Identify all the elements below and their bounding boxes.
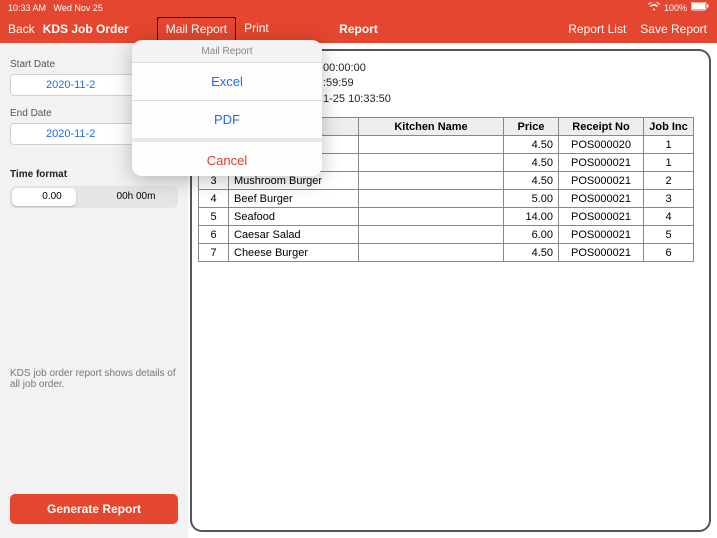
report-time-1: :59:59 bbox=[323, 76, 709, 91]
page-title: KDS Job Order bbox=[43, 22, 129, 36]
cell-jobidx: 1 bbox=[644, 136, 694, 154]
cell-kitchen bbox=[359, 136, 504, 154]
cell-kitchen bbox=[359, 190, 504, 208]
back-button[interactable]: Back bbox=[0, 22, 43, 36]
cell-receipt: POS000021 bbox=[559, 172, 644, 190]
cell-jobidx: 1 bbox=[644, 154, 694, 172]
tab-print[interactable]: Print bbox=[236, 17, 277, 41]
save-report-button[interactable]: Save Report bbox=[640, 22, 707, 36]
time-format-decimal[interactable]: 0.00 bbox=[10, 186, 94, 208]
header-center: Report bbox=[339, 22, 378, 36]
cell-kitchen bbox=[359, 154, 504, 172]
cell-receipt: POS000021 bbox=[559, 154, 644, 172]
battery-icon bbox=[691, 2, 709, 13]
top-bar: Back KDS Job Order Mail Report Print Rep… bbox=[0, 15, 717, 43]
col-jobidx: Job Inc bbox=[644, 118, 694, 136]
generate-report-button[interactable]: Generate Report bbox=[10, 494, 178, 524]
cell-price: 6.00 bbox=[504, 226, 559, 244]
time-format-segment[interactable]: 0.00 00h 00m bbox=[10, 186, 178, 208]
cell-name: Beef Burger bbox=[229, 190, 359, 208]
cell-kitchen bbox=[359, 172, 504, 190]
popover-pdf[interactable]: PDF bbox=[132, 100, 322, 138]
status-date: Wed Nov 25 bbox=[54, 3, 103, 13]
cell-price: 4.50 bbox=[504, 154, 559, 172]
cell-jobidx: 5 bbox=[644, 226, 694, 244]
cell-kitchen bbox=[359, 226, 504, 244]
status-bar: 10:33 AM Wed Nov 25 100% bbox=[0, 0, 717, 15]
table-row: 5Seafood 14.00POS0000214 bbox=[199, 208, 694, 226]
report-times: 00:00:00 :59:59 1-25 10:33:50 bbox=[323, 61, 709, 107]
cell-receipt: POS000020 bbox=[559, 136, 644, 154]
cell-jobidx: 6 bbox=[644, 244, 694, 262]
mail-report-popover: Mail Report Excel PDF Cancel bbox=[132, 40, 322, 176]
wifi-icon bbox=[648, 2, 660, 13]
cell-name: Cheese Burger bbox=[229, 244, 359, 262]
cell-jobidx: 2 bbox=[644, 172, 694, 190]
cell-kitchen bbox=[359, 208, 504, 226]
table-row: 6Caesar Salad 6.00POS0000215 bbox=[199, 226, 694, 244]
cell-price: 4.50 bbox=[504, 172, 559, 190]
status-time: 10:33 AM bbox=[8, 3, 46, 13]
popover-excel[interactable]: Excel bbox=[132, 62, 322, 100]
cell-receipt: POS000021 bbox=[559, 244, 644, 262]
cell-receipt: POS000021 bbox=[559, 208, 644, 226]
table-row: 7Cheese Burger 4.50POS0000216 bbox=[199, 244, 694, 262]
col-price: Price bbox=[504, 118, 559, 136]
popover-cancel[interactable]: Cancel bbox=[132, 138, 322, 176]
popover-title: Mail Report bbox=[132, 40, 322, 62]
cell-price: 4.50 bbox=[504, 244, 559, 262]
cell-kitchen bbox=[359, 244, 504, 262]
cell-jobidx: 3 bbox=[644, 190, 694, 208]
cell-no: 6 bbox=[199, 226, 229, 244]
report-list-button[interactable]: Report List bbox=[568, 22, 626, 36]
col-receipt: Receipt No bbox=[559, 118, 644, 136]
report-time-2: 1-25 10:33:50 bbox=[323, 92, 709, 107]
cell-price: 14.00 bbox=[504, 208, 559, 226]
table-row: 4Beef Burger 5.00POS0000213 bbox=[199, 190, 694, 208]
cell-no: 7 bbox=[199, 244, 229, 262]
cell-name: Seafood bbox=[229, 208, 359, 226]
report-time-0: 00:00:00 bbox=[323, 61, 709, 76]
cell-price: 5.00 bbox=[504, 190, 559, 208]
tab-mail-report[interactable]: Mail Report bbox=[157, 17, 236, 41]
cell-jobidx: 4 bbox=[644, 208, 694, 226]
cell-name: Caesar Salad bbox=[229, 226, 359, 244]
cell-receipt: POS000021 bbox=[559, 190, 644, 208]
cell-no: 5 bbox=[199, 208, 229, 226]
col-kitchen: Kitchen Name bbox=[359, 118, 504, 136]
sidebar-description: KDS job order report shows details of al… bbox=[10, 368, 178, 390]
time-format-hms[interactable]: 00h 00m bbox=[94, 186, 178, 208]
cell-price: 4.50 bbox=[504, 136, 559, 154]
cell-no: 4 bbox=[199, 190, 229, 208]
battery-pct: 100% bbox=[664, 3, 687, 13]
cell-receipt: POS000021 bbox=[559, 226, 644, 244]
